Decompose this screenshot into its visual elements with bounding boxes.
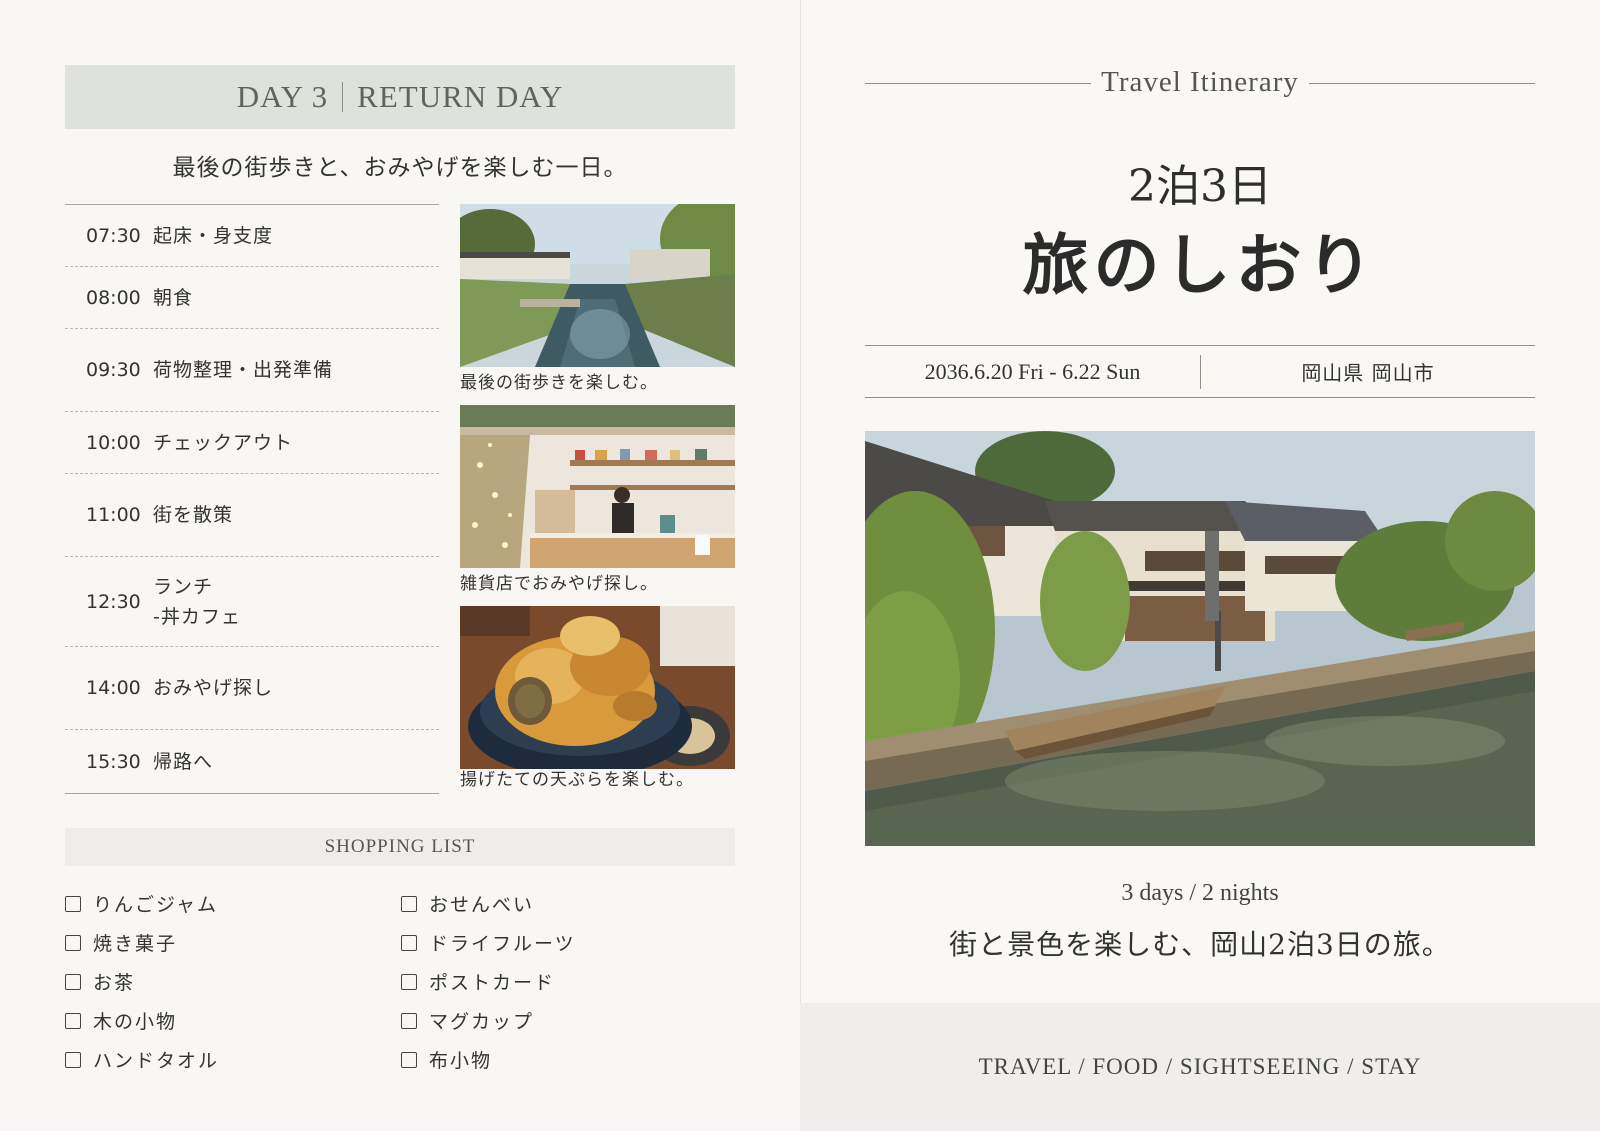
- itinerary-header: Travel Itinerary: [865, 66, 1535, 99]
- shopping-item: 布小物: [401, 1040, 576, 1079]
- schedule-time: 15:30: [86, 750, 141, 773]
- schedule-activity: 帰路へ: [153, 750, 214, 773]
- schedule-activity: 朝食: [153, 286, 194, 309]
- schedule-time: 14:00: [86, 677, 141, 699]
- checkbox[interactable]: [65, 1051, 81, 1068]
- shopping-item-label: ドライフルーツ: [429, 933, 576, 955]
- shopping-item-label: りんごジャム: [93, 894, 219, 916]
- schedule-activity: 荷物整理・出発準備: [153, 359, 334, 381]
- shopping-column-1: りんごジャム 焼き菓子 お茶 木の小物 ハンドタオル: [65, 884, 219, 1079]
- shopping-item-label: マグカップ: [429, 1011, 535, 1033]
- nights-label: 2泊3日: [1128, 161, 1272, 212]
- schedule-table: 07:30 起床・身支度 08:00 朝食 09:30 荷物整理・出発準備 10…: [65, 204, 439, 794]
- schedule-activity: おみやげ探し: [153, 677, 274, 699]
- checkbox[interactable]: [401, 973, 417, 990]
- checkbox[interactable]: [401, 895, 417, 912]
- kurashiki-canal-photo: [865, 431, 1535, 846]
- shopping-item: ドライフルーツ: [401, 923, 576, 962]
- shopping-item-label: ポストカード: [429, 972, 556, 994]
- shopping-column-2: おせんべい ドライフルーツ ポストカード マグカップ 布小物: [401, 884, 576, 1079]
- trip-place: 岡山県 岡山市: [1301, 361, 1435, 385]
- schedule-row: 09:30 荷物整理・出発準備: [65, 329, 439, 412]
- category-footer: TRAVEL / FOOD / SIGHTSEEING / STAY: [800, 1003, 1600, 1131]
- schedule-row: 08:00 朝食: [65, 267, 439, 329]
- canal-photo: [460, 204, 735, 367]
- shopping-item: 焼き菓子: [65, 923, 219, 962]
- schedule-row: 15:30 帰路へ: [65, 730, 439, 793]
- schedule-row: 10:00 チェックアウト: [65, 412, 439, 474]
- shopping-item: おせんべい: [401, 884, 576, 923]
- schedule-row: 14:00 おみやげ探し: [65, 647, 439, 730]
- tempura-photo: [460, 606, 735, 769]
- checkbox[interactable]: [65, 895, 81, 912]
- checkbox[interactable]: [401, 934, 417, 951]
- main-title: 旅のしおり: [1022, 226, 1378, 304]
- trip-dates: 2036.6.20 Fri - 6.22 Sun: [924, 358, 1141, 384]
- schedule-time: 11:00: [86, 504, 141, 526]
- checkbox[interactable]: [401, 1012, 417, 1029]
- shopping-item: 木の小物: [65, 1001, 219, 1040]
- photo-caption: 揚げたての天ぷらを楽しむ。: [460, 770, 694, 790]
- trip-info-bar: 2036.6.20 Fri - 6.22 Sun 岡山県 岡山市: [865, 345, 1535, 398]
- shopping-item: ハンドタオル: [65, 1040, 219, 1079]
- schedule-time: 07:30: [86, 224, 141, 247]
- schedule-time: 09:30: [86, 359, 141, 381]
- left-page: DAY 3 RETURN DAY 最後の街歩きと、おみやげを楽しむ一日。 07:…: [0, 0, 800, 1131]
- day-banner: DAY 3 RETURN DAY: [65, 65, 735, 129]
- schedule-time: 12:30: [86, 590, 141, 613]
- itinerary-header-text: Travel Itinerary: [1091, 66, 1309, 98]
- checkbox[interactable]: [401, 1051, 417, 1068]
- checkbox[interactable]: [65, 1012, 81, 1029]
- schedule-row: 07:30 起床・身支度: [65, 205, 439, 267]
- photo-caption: 最後の街歩きを楽しむ。: [460, 373, 658, 393]
- days-nights: 3 days / 2 nights: [1121, 880, 1279, 906]
- shopping-item: マグカップ: [401, 1001, 576, 1040]
- photo-caption: 雑貨店でおみやげ探し。: [460, 574, 658, 594]
- shopping-item: りんごジャム: [65, 884, 219, 923]
- schedule-row: 11:00 街を散策: [65, 474, 439, 557]
- schedule-row: 12:30 ランチ -丼カフェ: [65, 557, 439, 647]
- shopping-item-label: お茶: [93, 972, 136, 994]
- shopping-item-label: 布小物: [429, 1050, 493, 1072]
- banner-divider: [342, 82, 344, 112]
- checkbox[interactable]: [65, 973, 81, 990]
- checkbox[interactable]: [65, 934, 81, 951]
- trip-tagline: 街と景色を楽しむ、岡山2泊3日の旅。: [949, 928, 1451, 961]
- shopping-item: ポストカード: [401, 962, 576, 1001]
- shop-photo: [460, 405, 735, 568]
- shopping-item: お茶: [65, 962, 219, 1001]
- day-label: DAY 3: [236, 79, 329, 114]
- shopping-item-label: 焼き菓子: [93, 933, 178, 955]
- shopping-list-header: SHOPPING LIST: [65, 828, 735, 866]
- schedule-activity: 起床・身支度: [153, 224, 274, 247]
- schedule-time: 08:00: [86, 286, 141, 309]
- shopping-item-label: 木の小物: [93, 1011, 178, 1033]
- schedule-time: 10:00: [86, 431, 141, 454]
- schedule-activity: チェックアウト: [153, 431, 294, 454]
- schedule-activity: ランチ -丼カフェ: [153, 575, 241, 628]
- day-subtitle: 最後の街歩きと、おみやげを楽しむ一日。: [172, 155, 628, 181]
- shopping-item-label: おせんべい: [429, 894, 535, 916]
- shopping-item-label: ハンドタオル: [93, 1050, 220, 1072]
- day-title: RETURN DAY: [357, 79, 564, 114]
- schedule-activity: 街を散策: [153, 504, 234, 526]
